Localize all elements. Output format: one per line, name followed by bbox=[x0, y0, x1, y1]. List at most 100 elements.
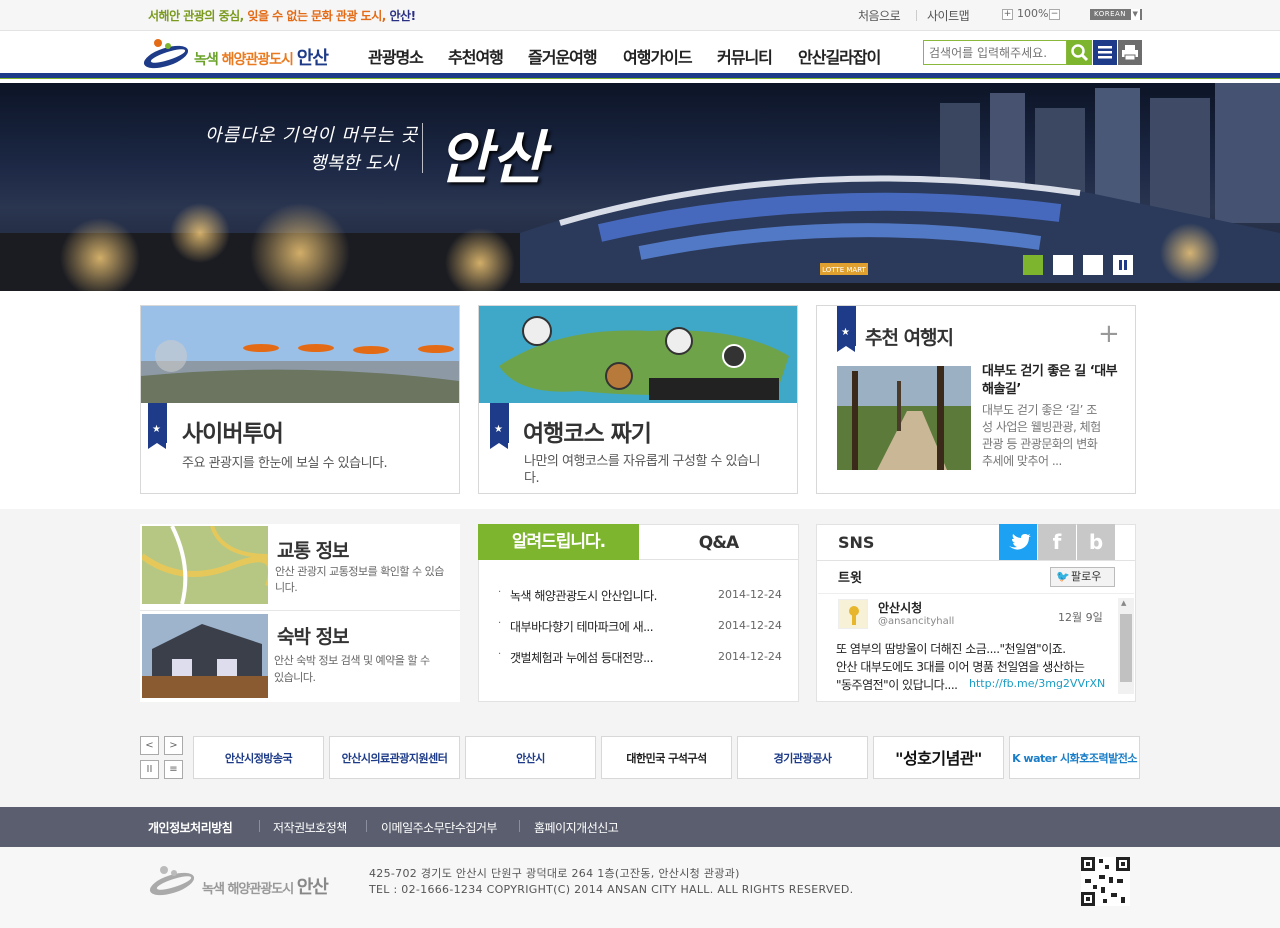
recommended-places-title: 추천 여행지 bbox=[865, 327, 954, 349]
recommended-places-box: ★ 추천 여행지 + 대부도 걷기 좋은 길 ‘대부 해솔길’ 대부도 걷기 좋… bbox=[816, 305, 1136, 494]
recommended-item-title[interactable]: 대부도 걷기 좋은 길 ‘대부 해솔길’ bbox=[982, 363, 1122, 399]
facebook-tab[interactable]: f bbox=[1038, 524, 1076, 560]
language-select[interactable]: KOREAN ▼ bbox=[1090, 9, 1142, 20]
bookmark-ribbon: ★ bbox=[837, 306, 856, 352]
notice-item-title[interactable]: 갯벌체험과 누에섬 등대전망... bbox=[510, 649, 654, 666]
zoom-out-button[interactable]: − bbox=[1049, 9, 1060, 20]
forest-path-image[interactable] bbox=[837, 366, 971, 470]
partners-next-button[interactable]: > bbox=[164, 736, 183, 755]
tab-notice[interactable]: 알려드립니다. bbox=[478, 524, 639, 560]
scroll-up-icon[interactable]: ▲ bbox=[1121, 599, 1126, 607]
follow-label: 팔로우 bbox=[1071, 570, 1102, 583]
bullet: · bbox=[498, 618, 502, 629]
nav-community[interactable]: 커뮤니티 bbox=[717, 44, 773, 68]
divider bbox=[519, 820, 520, 832]
qr-code bbox=[1081, 857, 1130, 906]
search-button[interactable] bbox=[1067, 40, 1092, 65]
tab-qa[interactable]: Q&A bbox=[639, 524, 799, 560]
avatar[interactable] bbox=[838, 599, 868, 629]
home-link[interactable]: 처음으로 bbox=[858, 7, 901, 24]
search-icon bbox=[1071, 44, 1089, 62]
menu-icon bbox=[1098, 46, 1112, 59]
notice-item-date: 2014-12-24 bbox=[718, 588, 782, 601]
nav-travel-guide[interactable]: 여행가이드 bbox=[623, 44, 693, 68]
banner-divider bbox=[422, 123, 423, 173]
partner-link[interactable]: 안산시 bbox=[465, 736, 596, 779]
sns-title: SNS bbox=[838, 533, 875, 552]
slide-dot-2[interactable] bbox=[1053, 255, 1073, 275]
zoom-in-button[interactable]: + bbox=[1002, 9, 1013, 20]
twitter-tab[interactable] bbox=[999, 524, 1037, 560]
traffic-map-image bbox=[142, 526, 268, 604]
nav-fun-trips[interactable]: 즐거운여행 bbox=[528, 44, 598, 68]
banner-caption-2: 행복한 도시 bbox=[310, 153, 399, 174]
blog-icon: b bbox=[1088, 530, 1104, 554]
star-icon: ★ bbox=[494, 424, 503, 435]
logo-icon bbox=[149, 866, 195, 896]
search-input[interactable] bbox=[923, 40, 1067, 65]
qr-code-icon bbox=[1081, 857, 1130, 906]
tweet-link[interactable]: http://fb.me/3mg2VVrXN bbox=[969, 677, 1105, 690]
menu-button[interactable] bbox=[1093, 40, 1117, 65]
traffic-info-desc: 안산 관광지 교통정보를 확인할 수 있습니다. bbox=[275, 565, 444, 594]
divider bbox=[259, 820, 260, 832]
site-slogan: 서해안 관광의 중심, 잊을 수 없는 문화 관광 도시, 안산! bbox=[148, 7, 416, 24]
tweet-scrollbar[interactable]: ▲ bbox=[1118, 598, 1134, 694]
slide-dot-3[interactable] bbox=[1083, 255, 1103, 275]
footer-privacy-link[interactable]: 개인정보처리방침 bbox=[148, 819, 233, 836]
partner-link[interactable]: 대한민국 구석구석 bbox=[601, 736, 732, 779]
logo-text[interactable]: 녹색 해양관광도시 안산 bbox=[194, 44, 329, 70]
main-banner: LOTTE MART 아름다운 기억이 머무는 곳 행복한 도시 안산 bbox=[0, 83, 1280, 291]
partners-prev-button[interactable]: < bbox=[140, 736, 159, 755]
printer-icon bbox=[1122, 45, 1138, 61]
footer-email-policy-link[interactable]: 이메일주소무단수집거부 bbox=[381, 819, 497, 836]
facebook-icon: f bbox=[1052, 530, 1062, 554]
partner-link[interactable]: 안산시정방송국 bbox=[193, 736, 324, 779]
follow-button[interactable]: 🐦 팔로우 bbox=[1050, 567, 1115, 587]
course-planner-title: 여행코스 짜기 bbox=[523, 421, 652, 447]
more-plus-icon[interactable]: + bbox=[1098, 321, 1120, 347]
slide-dot-1[interactable] bbox=[1023, 255, 1043, 275]
partner-link[interactable]: K water 시화호조력발전소 bbox=[1009, 736, 1140, 779]
tweet-text: 또 염부의 땀방울이 더해진 소금...."천일염"이죠. bbox=[836, 642, 1066, 656]
city-emblem-icon bbox=[849, 606, 859, 625]
nav-ansan-guide[interactable]: 안산길라잡이 bbox=[798, 44, 881, 68]
footer-logo-part1: 녹색 해양관광도시 bbox=[202, 882, 297, 897]
sitemap-link[interactable]: 사이트맵 bbox=[927, 7, 970, 24]
nav-recommended-trips[interactable]: 추천여행 bbox=[448, 44, 504, 68]
footer-copyright-policy-link[interactable]: 저작권보호정책 bbox=[273, 819, 347, 836]
cyber-tour-box[interactable]: ★ 사이버투어 주요 관광지를 한눈에 보실 수 있습니다. bbox=[140, 305, 460, 494]
bookmark-ribbon: ★ bbox=[148, 403, 167, 449]
notice-item-date: 2014-12-24 bbox=[718, 619, 782, 632]
blog-tab[interactable]: b bbox=[1077, 524, 1115, 560]
lodging-house-image bbox=[142, 614, 268, 698]
course-planner-box[interactable]: ★ 여행코스 짜기 나만의 여행코스를 자유롭게 구성할 수 있습니다. bbox=[478, 305, 798, 494]
slide-pause-button[interactable] bbox=[1113, 255, 1133, 275]
nav-attractions[interactable]: 관광명소 bbox=[368, 44, 424, 68]
tweet-date: 12월 9일 bbox=[1058, 611, 1103, 624]
banner-caption-1: 아름다운 기억이 머무는 곳 bbox=[205, 125, 419, 146]
partner-link[interactable]: "성호기념관" bbox=[873, 736, 1004, 779]
partner-link[interactable]: 안산시의료관광지원센터 bbox=[329, 736, 460, 779]
slogan-part3: 안산! bbox=[389, 9, 417, 23]
partners-list-button[interactable]: ≡ bbox=[164, 760, 183, 779]
bullet: · bbox=[498, 649, 502, 660]
partner-link[interactable]: 경기관광공사 bbox=[737, 736, 868, 779]
lodging-info-card[interactable]: 숙박 정보 안산 숙박 정보 검색 및 예약을 할 수 있습니다. bbox=[140, 612, 460, 702]
twitter-bird-icon: 🐦 bbox=[1056, 570, 1070, 583]
logo-icon bbox=[143, 39, 189, 69]
footer-copyright: TEL : 02-1666-1234 COPYRIGHT(C) 2014 ANS… bbox=[369, 883, 854, 896]
footer-site-feedback-link[interactable]: 홈페이지개선신고 bbox=[534, 819, 619, 836]
bullet: · bbox=[498, 587, 502, 598]
divider bbox=[818, 593, 1134, 594]
traffic-info-card[interactable]: 교통 정보 안산 관광지 교통정보를 확인할 수 있습니다. bbox=[140, 524, 460, 610]
scrollbar-thumb[interactable] bbox=[1120, 614, 1132, 682]
notice-item-title[interactable]: 녹색 해양관광도시 안산입니다. bbox=[510, 587, 657, 604]
partners-pause-button[interactable]: II bbox=[140, 760, 159, 779]
logo-part1: 녹색 bbox=[194, 52, 222, 68]
tweet-account-name[interactable]: 안산시청 bbox=[878, 599, 922, 616]
traffic-info-title: 교통 정보 bbox=[277, 540, 350, 562]
cyber-tour-title: 사이버투어 bbox=[182, 421, 284, 447]
notice-item-title[interactable]: 대부바다향기 테마파크에 새... bbox=[510, 618, 654, 635]
print-button[interactable] bbox=[1118, 40, 1142, 65]
